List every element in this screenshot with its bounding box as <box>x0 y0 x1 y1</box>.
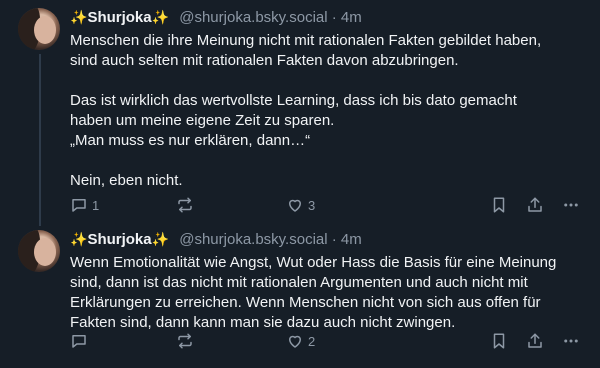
sparkle-icon: ✨ <box>70 9 88 25</box>
like-count: 3 <box>308 197 316 213</box>
like-icon <box>289 335 301 348</box>
post-actions: 2 <box>70 330 586 352</box>
like-button[interactable]: 2 <box>286 330 315 352</box>
post-content: ✨Shurjoka✨ @shurjoka.bsky.social · 4m We… <box>70 228 586 333</box>
post[interactable]: ✨Shurjoka✨ @shurjoka.bsky.social · 4m We… <box>0 222 600 368</box>
share-icon <box>528 197 542 212</box>
avatar-face <box>34 16 56 44</box>
like-count: 2 <box>308 333 316 349</box>
post-content: ✨Shurjoka✨ @shurjoka.bsky.social · 4m Me… <box>70 6 586 191</box>
post-text: Wenn Emotionalität wie Angst, Wut oder H… <box>70 254 557 331</box>
separator: · <box>331 231 337 248</box>
more-options-button[interactable] <box>562 330 580 352</box>
post-header: ✨Shurjoka✨ @shurjoka.bsky.social · 4m <box>70 6 586 28</box>
reply-button[interactable] <box>70 330 92 352</box>
share-icon <box>528 333 542 348</box>
share-button[interactable] <box>526 330 544 352</box>
display-name[interactable]: Shurjoka <box>87 231 151 248</box>
sparkle-icon: ✨ <box>151 9 170 25</box>
reply-button[interactable]: 1 <box>70 194 99 216</box>
bookmark-icon <box>493 333 505 349</box>
avatar-face <box>34 238 56 266</box>
reply-icon <box>72 199 86 212</box>
more-icon <box>564 339 578 343</box>
bookmark-button[interactable] <box>490 194 508 216</box>
avatar-column <box>18 8 62 50</box>
share-button[interactable] <box>526 194 544 216</box>
sparkle-icon: ✨ <box>70 231 88 247</box>
like-button[interactable]: 3 <box>286 194 315 216</box>
post-time[interactable]: 4m <box>341 231 362 248</box>
post-header: ✨Shurjoka✨ @shurjoka.bsky.social · 4m <box>70 228 586 250</box>
sparkle-icon: ✨ <box>151 231 170 247</box>
display-name[interactable]: Shurjoka <box>87 9 151 26</box>
thread-line <box>39 54 41 226</box>
post-time[interactable]: 4m <box>341 9 362 26</box>
bookmark-icon <box>493 197 505 213</box>
reply-icon <box>72 335 86 348</box>
post[interactable]: ✨Shurjoka✨ @shurjoka.bsky.social · 4m Me… <box>0 0 600 226</box>
avatar-column <box>18 230 62 272</box>
post-text: Menschen die ihre Meinung nicht mit rati… <box>70 32 542 189</box>
post-actions: 1 3 <box>70 194 586 216</box>
avatar[interactable] <box>18 8 60 50</box>
repost-button[interactable] <box>176 194 198 216</box>
more-options-button[interactable] <box>562 194 580 216</box>
separator: · <box>331 9 337 26</box>
repost-icon <box>178 197 192 213</box>
reply-count: 1 <box>92 197 100 213</box>
author-handle[interactable]: @shurjoka.bsky.social <box>179 9 327 26</box>
more-icon <box>564 203 578 207</box>
author-handle[interactable]: @shurjoka.bsky.social <box>179 231 327 248</box>
repost-icon <box>178 333 192 349</box>
bookmark-button[interactable] <box>490 330 508 352</box>
avatar[interactable] <box>18 230 60 272</box>
like-icon <box>289 199 301 212</box>
repost-button[interactable] <box>176 330 198 352</box>
